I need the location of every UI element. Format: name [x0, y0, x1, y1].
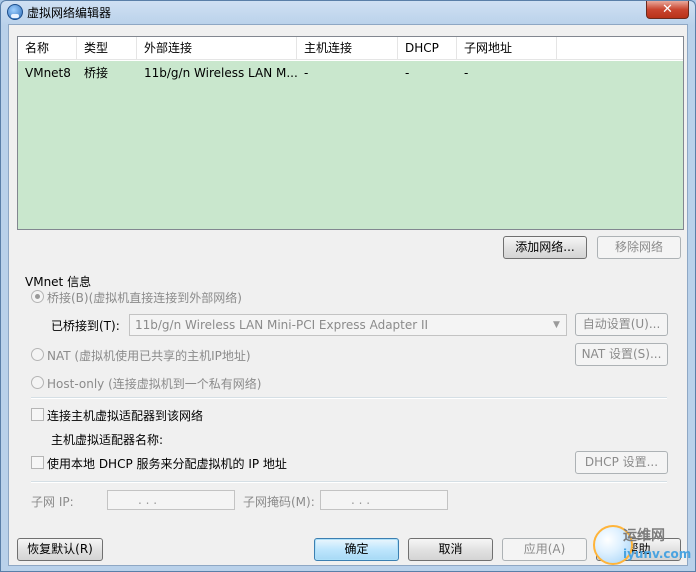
restore-defaults-button[interactable]: 恢复默认(R) [17, 538, 103, 561]
cell-dhcp: - [405, 66, 410, 80]
adapter-name-label: 主机虚拟适配器名称: [51, 433, 164, 447]
chevron-down-icon: ▼ [553, 320, 560, 330]
dhcp-label: 使用本地 DHCP 服务来分配虚拟机的 IP 地址 [47, 457, 287, 471]
column-header-type[interactable]: 类型 [77, 37, 137, 60]
nat-settings-button[interactable]: NAT 设置(S)... [575, 343, 668, 366]
virtual-network-editor-window: 虚拟网络编辑器 ✕ 名称 类型 外部连接 主机连接 DHCP 子网地址 VMne… [0, 0, 696, 572]
watermark: 运维网 iyunv.com [593, 523, 693, 569]
cell-subnet: - [464, 66, 469, 80]
column-header-name[interactable]: 名称 [18, 37, 77, 60]
network-list[interactable]: 名称 类型 外部连接 主机连接 DHCP 子网地址 VMnet8 桥接 11b/… [17, 36, 684, 230]
column-header-host[interactable]: 主机连接 [297, 37, 398, 60]
subnet-ip-label: 子网 IP: [31, 495, 74, 509]
subnet-mask-label: 子网掩码(M): [243, 495, 315, 509]
cell-external: 11b/g/n Wireless LAN M... [144, 66, 297, 80]
vmnet-info-group: VMnet 信息 桥接(B)(虚拟机直接连接到外部网络) 已桥接到(T): 11… [17, 273, 684, 517]
apply-button[interactable]: 应用(A) [502, 538, 587, 561]
divider [31, 397, 667, 399]
bridged-to-label: 已桥接到(T): [51, 319, 120, 333]
window-title: 虚拟网络编辑器 [27, 6, 112, 20]
column-header-external[interactable]: 外部连接 [137, 37, 297, 60]
dhcp-checkbox[interactable] [31, 456, 44, 469]
host-only-radio[interactable] [31, 376, 44, 389]
bridged-adapter-value: 11b/g/n Wireless LAN Mini-PCI Express Ad… [135, 318, 429, 332]
cell-host: - [304, 66, 309, 80]
watermark-text-1: 运维网 [623, 528, 665, 544]
subnet-mask-input[interactable]: . . . [320, 490, 448, 510]
bridged-adapter-select[interactable]: 11b/g/n Wireless LAN Mini-PCI Express Ad… [129, 314, 567, 336]
list-header: 名称 类型 外部连接 主机连接 DHCP 子网地址 [18, 37, 683, 60]
network-globe-icon [7, 4, 23, 20]
bridged-label: 桥接(B)(虚拟机直接连接到外部网络) [47, 291, 242, 305]
watermark-text-2: iyunv.com [623, 547, 692, 561]
vmnet-info-label: VMnet 信息 [25, 275, 92, 289]
divider [31, 481, 667, 483]
dialog-client-area: 名称 类型 外部连接 主机连接 DHCP 子网地址 VMnet8 桥接 11b/… [8, 24, 688, 566]
connect-adapter-checkbox[interactable] [31, 408, 44, 421]
cell-name: VMnet8 [25, 66, 71, 80]
nat-radio[interactable] [31, 348, 44, 361]
cell-type: 桥接 [84, 66, 109, 80]
subnet-ip-input[interactable]: . . . [107, 490, 235, 510]
column-header-subnet[interactable]: 子网地址 [457, 37, 557, 60]
host-only-label: Host-only (连接虚拟机到一个私有网络) [47, 377, 262, 391]
cancel-button[interactable]: 取消 [408, 538, 493, 561]
column-header-dhcp[interactable]: DHCP [398, 37, 457, 60]
close-button[interactable]: ✕ [646, 1, 689, 19]
bridged-radio[interactable] [31, 290, 44, 303]
auto-settings-button[interactable]: 自动设置(U)... [575, 313, 668, 336]
ok-button[interactable]: 确定 [314, 538, 399, 561]
table-row[interactable]: VMnet8 桥接 11b/g/n Wireless LAN M... - - … [18, 61, 683, 229]
remove-network-button[interactable]: 移除网络 [597, 236, 681, 259]
connect-adapter-label: 连接主机虚拟适配器到该网络 [47, 409, 204, 423]
nat-label: NAT (虚拟机使用已共享的主机IP地址) [47, 349, 251, 363]
dhcp-settings-button[interactable]: DHCP 设置... [575, 451, 668, 474]
title-bar: 虚拟网络编辑器 ✕ [1, 1, 695, 23]
add-network-button[interactable]: 添加网络... [503, 236, 587, 259]
